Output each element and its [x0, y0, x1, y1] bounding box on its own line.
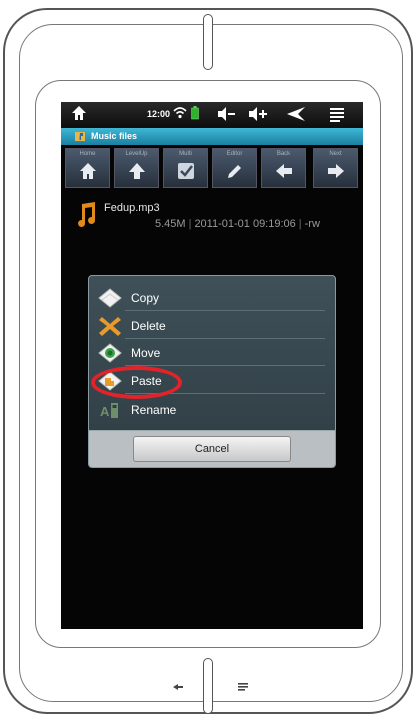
- cancel-button[interactable]: Cancel: [133, 436, 291, 462]
- status-bar: 12:00: [61, 102, 363, 128]
- wifi-icon: [173, 106, 187, 125]
- right-arrow-icon: [328, 164, 344, 178]
- hardware-back-button[interactable]: [172, 680, 184, 694]
- svg-text:A: A: [100, 404, 110, 419]
- file-size: 5.45M: [155, 218, 186, 230]
- toolbar-levelup-label: LevelUp: [125, 151, 148, 157]
- toolbar-home-label: Home: [79, 151, 96, 157]
- menu-item-copy[interactable]: Copy: [89, 284, 335, 311]
- title-bar: Music files: [61, 128, 363, 145]
- dialog-footer: Cancel: [89, 430, 335, 467]
- checkbox-icon: [178, 163, 194, 179]
- file-name: Fedup.mp3: [104, 202, 160, 214]
- hardware-menu-button[interactable]: [238, 680, 248, 694]
- file-attr: -rw: [304, 218, 320, 230]
- title-label: Music files: [91, 131, 138, 141]
- menu-item-copy-label: Copy: [131, 291, 160, 305]
- left-arrow-icon: [276, 164, 292, 178]
- toolbar-next-button[interactable]: Next: [313, 148, 358, 188]
- up-arrow-icon: [129, 163, 145, 179]
- toolbar-back-label: Back: [276, 151, 291, 157]
- menu-icon[interactable]: [329, 106, 345, 127]
- file-datetime: 2011-01-01 09:19:06: [194, 218, 296, 230]
- toolbar-back-button[interactable]: Back: [261, 148, 306, 188]
- toolbar-multi-button[interactable]: Multi: [163, 148, 208, 188]
- volume-down-icon[interactable]: [217, 106, 235, 127]
- menu-divider: [125, 365, 325, 366]
- menu-item-move[interactable]: Move: [89, 339, 335, 366]
- menu-item-rename-label: Rename: [131, 403, 177, 417]
- top-slot: [203, 14, 213, 70]
- toolbar: Home LevelUp Multi Editor Back Next: [61, 148, 363, 190]
- menu-item-move-label: Move: [131, 346, 161, 360]
- toolbar-multi-label: Multi: [179, 151, 192, 157]
- move-icon: [97, 341, 123, 370]
- menu-item-delete-label: Delete: [131, 319, 166, 333]
- file-list-item[interactable]: Fedup.mp3 5.45M | 2011-01-01 09:19:06 | -rw: [61, 196, 363, 240]
- copy-icon: [97, 286, 123, 315]
- back-icon[interactable]: [286, 106, 306, 127]
- status-time: 12:00: [147, 109, 171, 119]
- back-arrow-icon: [173, 684, 183, 690]
- menu-divider: [125, 310, 325, 311]
- menu-item-delete[interactable]: Delete: [89, 312, 335, 339]
- toolbar-next-label: Next: [329, 151, 342, 157]
- file-meta: 5.45M | 2011-01-01 09:19:06 | -rw: [155, 218, 320, 230]
- battery-icon: [191, 106, 199, 125]
- toolbar-levelup-button[interactable]: LevelUp: [114, 148, 159, 188]
- rename-icon: A: [97, 398, 123, 427]
- toolbar-editor-button[interactable]: Editor: [212, 148, 257, 188]
- pencil-icon: [228, 165, 241, 178]
- menu-icon: [238, 683, 248, 691]
- home-icon[interactable]: [71, 105, 87, 126]
- music-folder-icon: [75, 131, 86, 144]
- paste-highlight-annotation: [91, 366, 182, 399]
- toolbar-editor-label: Editor: [226, 151, 243, 157]
- toolbar-home-button[interactable]: Home: [65, 148, 110, 188]
- music-note-icon: [75, 202, 97, 233]
- volume-up-icon[interactable]: [248, 106, 268, 127]
- menu-item-rename[interactable]: A Rename: [89, 396, 335, 423]
- home-icon: [80, 163, 96, 179]
- bottom-slot: [203, 658, 213, 714]
